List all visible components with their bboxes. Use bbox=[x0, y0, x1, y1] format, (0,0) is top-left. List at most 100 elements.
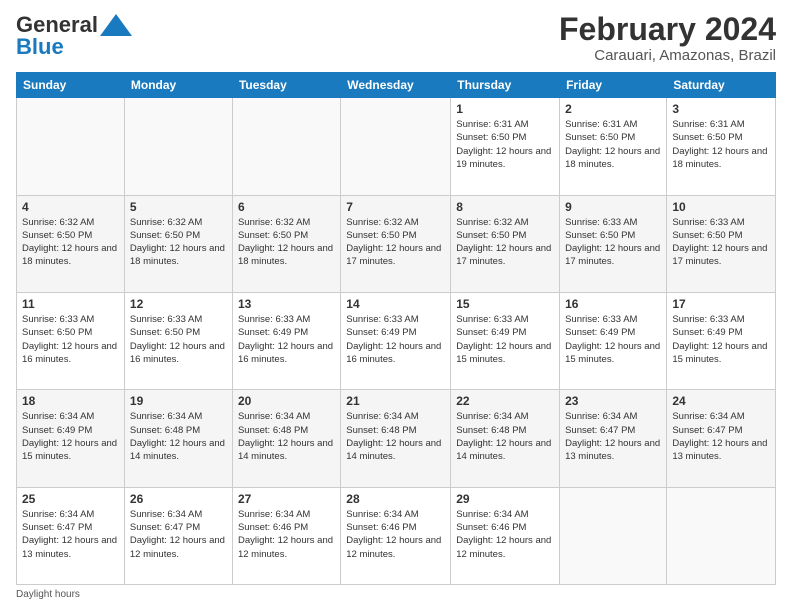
day-number: 23 bbox=[565, 394, 661, 408]
calendar-cell: 27 Sunrise: 6:34 AM Sunset: 6:46 PM Dayli… bbox=[232, 487, 340, 584]
calendar-cell bbox=[124, 98, 232, 195]
calendar-cell: 20 Sunrise: 6:34 AM Sunset: 6:48 PM Dayli… bbox=[232, 390, 340, 487]
day-info: Sunrise: 6:31 AM Sunset: 6:50 PM Dayligh… bbox=[456, 118, 554, 171]
day-info: Sunrise: 6:33 AM Sunset: 6:49 PM Dayligh… bbox=[456, 313, 554, 366]
day-number: 21 bbox=[346, 394, 445, 408]
calendar-cell: 9 Sunrise: 6:33 AM Sunset: 6:50 PM Daylig… bbox=[560, 195, 667, 292]
calendar-cell: 18 Sunrise: 6:34 AM Sunset: 6:49 PM Dayli… bbox=[17, 390, 125, 487]
title-block: February 2024 Carauari, Amazonas, Brazil bbox=[559, 12, 776, 64]
col-wednesday: Wednesday bbox=[341, 73, 451, 98]
day-info: Sunrise: 6:31 AM Sunset: 6:50 PM Dayligh… bbox=[565, 118, 661, 171]
day-number: 12 bbox=[130, 297, 227, 311]
col-saturday: Saturday bbox=[667, 73, 776, 98]
footer-daylight: Daylight hours bbox=[16, 589, 776, 600]
day-number: 5 bbox=[130, 200, 227, 214]
day-info: Sunrise: 6:33 AM Sunset: 6:49 PM Dayligh… bbox=[346, 313, 445, 366]
day-info: Sunrise: 6:34 AM Sunset: 6:46 PM Dayligh… bbox=[456, 508, 554, 561]
day-info: Sunrise: 6:34 AM Sunset: 6:48 PM Dayligh… bbox=[456, 410, 554, 463]
day-number: 29 bbox=[456, 492, 554, 506]
calendar-cell: 2 Sunrise: 6:31 AM Sunset: 6:50 PM Daylig… bbox=[560, 98, 667, 195]
calendar-cell: 25Sunrise: 6:34 AM Sunset: 6:47 PM Dayli… bbox=[17, 487, 125, 584]
day-info: Sunrise: 6:34 AM Sunset: 6:47 PM Dayligh… bbox=[130, 508, 227, 561]
day-info: Sunrise: 6:32 AM Sunset: 6:50 PM Dayligh… bbox=[456, 216, 554, 269]
calendar-cell bbox=[232, 98, 340, 195]
calendar-cell: 4Sunrise: 6:32 AM Sunset: 6:50 PM Daylig… bbox=[17, 195, 125, 292]
day-info: Sunrise: 6:32 AM Sunset: 6:50 PM Dayligh… bbox=[238, 216, 335, 269]
calendar-cell bbox=[17, 98, 125, 195]
day-number: 17 bbox=[672, 297, 770, 311]
day-info: Sunrise: 6:33 AM Sunset: 6:50 PM Dayligh… bbox=[565, 216, 661, 269]
day-info: Sunrise: 6:34 AM Sunset: 6:47 PM Dayligh… bbox=[672, 410, 770, 463]
day-number: 1 bbox=[456, 102, 554, 116]
day-number: 18 bbox=[22, 394, 119, 408]
col-thursday: Thursday bbox=[451, 73, 560, 98]
calendar-cell: 8 Sunrise: 6:32 AM Sunset: 6:50 PM Daylig… bbox=[451, 195, 560, 292]
day-info: Sunrise: 6:32 AM Sunset: 6:50 PM Dayligh… bbox=[346, 216, 445, 269]
calendar-table: Sunday Monday Tuesday Wednesday Thursday… bbox=[16, 72, 776, 585]
logo-icon bbox=[100, 14, 132, 36]
calendar-cell: 29 Sunrise: 6:34 AM Sunset: 6:46 PM Dayli… bbox=[451, 487, 560, 584]
day-number: 2 bbox=[565, 102, 661, 116]
week-row-2: 11 Sunrise: 6:33 AM Sunset: 6:50 PM Dayli… bbox=[17, 292, 776, 389]
day-number: 6 bbox=[238, 200, 335, 214]
day-number: 20 bbox=[238, 394, 335, 408]
calendar-cell: 7 Sunrise: 6:32 AM Sunset: 6:50 PM Daylig… bbox=[341, 195, 451, 292]
day-info: Sunrise: 6:33 AM Sunset: 6:49 PM Dayligh… bbox=[238, 313, 335, 366]
day-info: Sunrise: 6:34 AM Sunset: 6:48 PM Dayligh… bbox=[238, 410, 335, 463]
calendar-cell: 1 Sunrise: 6:31 AM Sunset: 6:50 PM Daylig… bbox=[451, 98, 560, 195]
day-info: Sunrise: 6:34 AM Sunset: 6:46 PM Dayligh… bbox=[238, 508, 335, 561]
day-number: 26 bbox=[130, 492, 227, 506]
day-number: 16 bbox=[565, 297, 661, 311]
day-info: Sunrise: 6:33 AM Sunset: 6:49 PM Dayligh… bbox=[565, 313, 661, 366]
day-number: 28 bbox=[346, 492, 445, 506]
calendar-cell: 23 Sunrise: 6:34 AM Sunset: 6:47 PM Dayli… bbox=[560, 390, 667, 487]
day-number: 7 bbox=[346, 200, 445, 214]
day-info: Sunrise: 6:34 AM Sunset: 6:46 PM Dayligh… bbox=[346, 508, 445, 561]
col-friday: Friday bbox=[560, 73, 667, 98]
calendar-cell: 28 Sunrise: 6:34 AM Sunset: 6:46 PM Dayli… bbox=[341, 487, 451, 584]
day-info: Sunrise: 6:32 AM Sunset: 6:50 PM Dayligh… bbox=[22, 216, 119, 269]
header: General Blue February 2024 Carauari, Ama… bbox=[16, 12, 776, 64]
week-row-0: 1 Sunrise: 6:31 AM Sunset: 6:50 PM Daylig… bbox=[17, 98, 776, 195]
calendar-cell: 3Sunrise: 6:31 AM Sunset: 6:50 PM Daylig… bbox=[667, 98, 776, 195]
col-sunday: Sunday bbox=[17, 73, 125, 98]
day-info: Sunrise: 6:33 AM Sunset: 6:50 PM Dayligh… bbox=[130, 313, 227, 366]
day-info: Sunrise: 6:32 AM Sunset: 6:50 PM Dayligh… bbox=[130, 216, 227, 269]
day-number: 3 bbox=[672, 102, 770, 116]
calendar-cell: 24 Sunrise: 6:34 AM Sunset: 6:47 PM Dayli… bbox=[667, 390, 776, 487]
col-monday: Monday bbox=[124, 73, 232, 98]
calendar-cell: 16 Sunrise: 6:33 AM Sunset: 6:49 PM Dayli… bbox=[560, 292, 667, 389]
calendar-subtitle: Carauari, Amazonas, Brazil bbox=[559, 47, 776, 64]
calendar-cell: 12 Sunrise: 6:33 AM Sunset: 6:50 PM Dayli… bbox=[124, 292, 232, 389]
day-number: 24 bbox=[672, 394, 770, 408]
header-row: Sunday Monday Tuesday Wednesday Thursday… bbox=[17, 73, 776, 98]
logo: General Blue bbox=[16, 12, 132, 60]
calendar-cell: 11 Sunrise: 6:33 AM Sunset: 6:50 PM Dayli… bbox=[17, 292, 125, 389]
day-number: 22 bbox=[456, 394, 554, 408]
day-number: 10 bbox=[672, 200, 770, 214]
day-info: Sunrise: 6:34 AM Sunset: 6:47 PM Dayligh… bbox=[565, 410, 661, 463]
calendar-cell: 6 Sunrise: 6:32 AM Sunset: 6:50 PM Daylig… bbox=[232, 195, 340, 292]
day-number: 9 bbox=[565, 200, 661, 214]
day-info: Sunrise: 6:34 AM Sunset: 6:48 PM Dayligh… bbox=[130, 410, 227, 463]
day-info: Sunrise: 6:34 AM Sunset: 6:49 PM Dayligh… bbox=[22, 410, 119, 463]
calendar-cell: 26 Sunrise: 6:34 AM Sunset: 6:47 PM Dayli… bbox=[124, 487, 232, 584]
day-number: 27 bbox=[238, 492, 335, 506]
calendar-cell: 15Sunrise: 6:33 AM Sunset: 6:49 PM Dayli… bbox=[451, 292, 560, 389]
calendar-cell: 10Sunrise: 6:33 AM Sunset: 6:50 PM Dayli… bbox=[667, 195, 776, 292]
day-number: 25 bbox=[22, 492, 119, 506]
calendar-cell: 14Sunrise: 6:33 AM Sunset: 6:49 PM Dayli… bbox=[341, 292, 451, 389]
day-info: Sunrise: 6:33 AM Sunset: 6:49 PM Dayligh… bbox=[672, 313, 770, 366]
day-number: 19 bbox=[130, 394, 227, 408]
logo-blue: Blue bbox=[16, 34, 64, 60]
day-info: Sunrise: 6:33 AM Sunset: 6:50 PM Dayligh… bbox=[22, 313, 119, 366]
calendar-cell bbox=[667, 487, 776, 584]
calendar-cell: 19 Sunrise: 6:34 AM Sunset: 6:48 PM Dayli… bbox=[124, 390, 232, 487]
week-row-4: 25 Sunrise: 6:34 AM Sunset: 6:47 PM Dayli… bbox=[17, 487, 776, 584]
calendar-cell: 5 Sunrise: 6:32 AM Sunset: 6:50 PM Daylig… bbox=[124, 195, 232, 292]
day-number: 8 bbox=[456, 200, 554, 214]
day-number: 13 bbox=[238, 297, 335, 311]
day-number: 11 bbox=[22, 297, 119, 311]
day-info: Sunrise: 6:34 AM Sunset: 6:48 PM Dayligh… bbox=[346, 410, 445, 463]
week-row-3: 18 Sunrise: 6:34 AM Sunset: 6:49 PM Dayli… bbox=[17, 390, 776, 487]
